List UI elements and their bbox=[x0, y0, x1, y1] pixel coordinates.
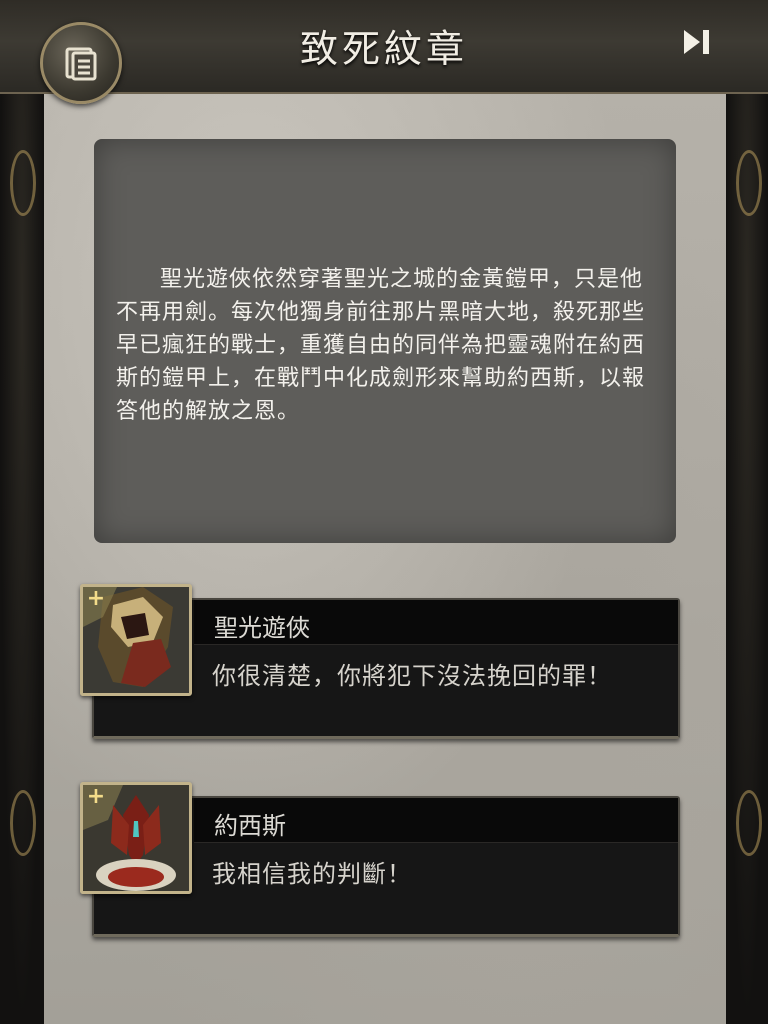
left-frame bbox=[0, 0, 47, 1024]
ornament bbox=[10, 790, 36, 856]
skip-forward-icon bbox=[684, 30, 709, 54]
ornament bbox=[736, 150, 762, 216]
josis-portrait[interactable]: + bbox=[80, 782, 192, 894]
dialogue-entry[interactable]: 約西斯 我相信我的判斷！ + bbox=[80, 782, 680, 938]
menu-button[interactable] bbox=[40, 22, 122, 104]
scroll-menu-icon bbox=[65, 47, 97, 81]
dialogue-line: 你很清楚，你將犯下沒法挽回的罪！ bbox=[212, 662, 612, 690]
plus-icon: + bbox=[86, 784, 106, 809]
story-box: 聖光遊俠依然穿著聖光之城的金黃鎧甲，只是他不再用劍。每次他獨身前往那片黑暗大地，… bbox=[94, 139, 676, 543]
dialogue-entry[interactable]: 聖光遊俠 你很清楚，你將犯下沒法挽回的罪！ + bbox=[80, 584, 680, 740]
holy-ranger-portrait[interactable]: + bbox=[80, 584, 192, 696]
speaker-name: 聖光遊俠 bbox=[214, 614, 310, 642]
plus-icon: + bbox=[86, 586, 106, 611]
speaker-name-bar: 約西斯 bbox=[194, 798, 678, 843]
speaker-name: 約西斯 bbox=[214, 812, 286, 840]
right-frame bbox=[723, 0, 768, 1024]
speaker-name-bar: 聖光遊俠 bbox=[194, 600, 678, 645]
ornament bbox=[10, 150, 36, 216]
story-text: 聖光遊俠依然穿著聖光之城的金黃鎧甲，只是他不再用劍。每次他獨身前往那片黑暗大地，… bbox=[116, 267, 646, 424]
ornament bbox=[736, 790, 762, 856]
skip-button[interactable] bbox=[676, 22, 716, 62]
dialogue-line: 我相信我的判斷！ bbox=[212, 860, 412, 888]
